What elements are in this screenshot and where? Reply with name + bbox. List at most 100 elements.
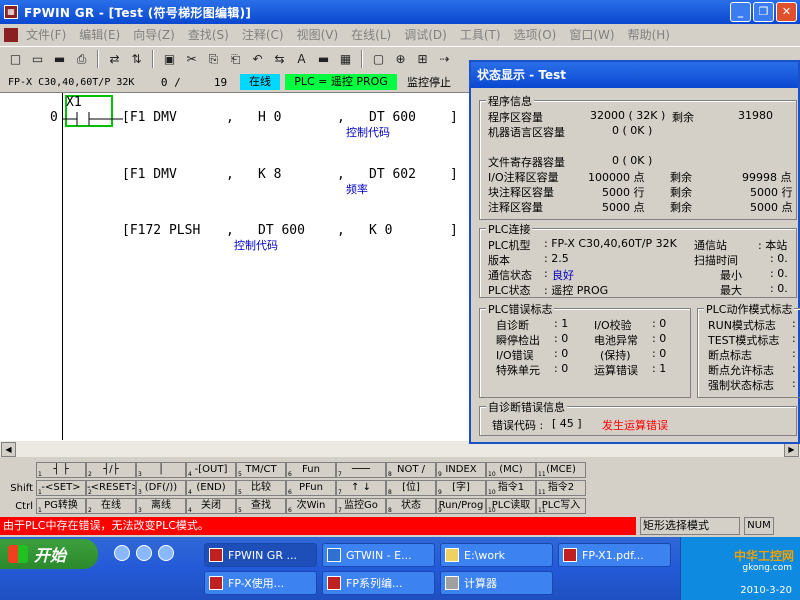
menu-help[interactable]: 帮助(H) xyxy=(628,26,670,43)
menu-debug[interactable]: 调试(D) xyxy=(404,26,447,43)
separator-row-3a: , xyxy=(226,223,234,238)
task-pdf-fp-series[interactable]: FP系列编... xyxy=(322,571,435,595)
shift-fkey-9[interactable]: 9 [字] xyxy=(436,480,486,496)
close-button[interactable]: ✕ xyxy=(776,2,797,22)
scroll-right-icon[interactable]: ▶ xyxy=(784,442,799,457)
operand2-row-2[interactable]: DT 602 xyxy=(369,167,416,182)
desktop-icon[interactable] xyxy=(136,545,152,561)
menu-tools[interactable]: 工具(T) xyxy=(460,26,501,43)
grid-icon[interactable]: ▦ xyxy=(336,50,355,69)
operand1-row-3[interactable]: DT 600 xyxy=(258,223,305,238)
task-gtwin[interactable]: GTWIN - E... xyxy=(322,543,435,567)
fkey-11[interactable]: 11 (MCE) xyxy=(536,462,586,478)
fkey-10[interactable]: 10 (MC) xyxy=(486,462,536,478)
select-icon[interactable]: ▣ xyxy=(160,50,179,69)
menu-search[interactable]: 查找(S) xyxy=(188,26,229,43)
line-icon[interactable]: ▬ xyxy=(314,50,333,69)
ctrl-label: Ctrl xyxy=(15,501,33,512)
operand1-row-2[interactable]: K 8 xyxy=(258,167,281,182)
machine-cap-label: 机器语言区容量 xyxy=(488,126,565,139)
menu-file[interactable]: 文件(F) xyxy=(26,26,66,43)
operand1-row-1[interactable]: H 0 xyxy=(258,110,281,125)
status-window-title[interactable]: 状态显示 - Test xyxy=(471,62,798,88)
ctrl-fkey-3[interactable]: 3 离线 xyxy=(136,498,186,514)
instruction-row-3[interactable]: [F172 PLSH xyxy=(122,223,200,238)
new-file-icon[interactable]: □ xyxy=(6,50,25,69)
task-folder[interactable]: E:\work xyxy=(440,543,553,567)
fkey-4[interactable]: 4 -[OUT] xyxy=(186,462,236,478)
ctrl-fkey-9[interactable]: 9 Run/Prog xyxy=(436,498,486,514)
instruction-row-2[interactable]: [F1 DMV xyxy=(122,167,177,182)
scroll-left-icon[interactable]: ◀ xyxy=(1,442,16,457)
ladder-editor[interactable]: X1 0 [F1 DMV , H 0 , DT 600 ] 控制代码 [F1 D… xyxy=(0,92,470,441)
shift-fkey-3[interactable]: 3 (DF(/)) xyxy=(136,480,186,496)
ctrl-fkey-6[interactable]: 6 次Win xyxy=(286,498,336,514)
instruction-row-1[interactable]: [F1 DMV xyxy=(122,110,177,125)
fkey-5[interactable]: 5 TM/CT xyxy=(236,462,286,478)
print-icon[interactable]: ⎙ xyxy=(72,50,91,69)
menu-options[interactable]: 选项(O) xyxy=(514,26,557,43)
contact-x1-symbol[interactable] xyxy=(63,111,123,127)
fkey-3[interactable]: 3 │ xyxy=(136,462,186,478)
fkey-7[interactable]: 7 ─── xyxy=(336,462,386,478)
ctrl-fkey-4[interactable]: 4 关闭 xyxy=(186,498,236,514)
ctrl-fkey-5[interactable]: 5 查找 xyxy=(236,498,286,514)
text-icon[interactable]: A xyxy=(292,50,311,69)
shift-fkey-6[interactable]: 6 PFun xyxy=(286,480,336,496)
minimize-button[interactable]: _ xyxy=(730,2,751,22)
ctrl-fkey-11[interactable]: 11 PLC写入 xyxy=(536,498,586,514)
ctrl-fkey-2[interactable]: 2 在线 xyxy=(86,498,136,514)
ctrl-fkey-7[interactable]: 7 监控Go xyxy=(336,498,386,514)
clock-date[interactable]: 2010-3-20 xyxy=(740,585,792,596)
fkey-6[interactable]: 6 Fun xyxy=(286,462,336,478)
menu-view[interactable]: 视图(V) xyxy=(297,26,339,43)
shift-fkey-2[interactable]: 2 -<RESET> xyxy=(86,480,136,496)
operand2-row-3[interactable]: K 0 xyxy=(369,223,392,238)
open-folder-icon[interactable]: ▭ xyxy=(28,50,47,69)
ctrl-fkey-1[interactable]: 1 PG转换 xyxy=(36,498,86,514)
shift-fkey-7[interactable]: 7 ↑ ↓ xyxy=(336,480,386,496)
menu-online[interactable]: 在线(L) xyxy=(351,26,391,43)
transfer-icon[interactable]: ⇅ xyxy=(127,50,146,69)
document-icon[interactable] xyxy=(4,27,18,42)
fkey-1[interactable]: 1 ┤ ├ xyxy=(36,462,86,478)
save-icon[interactable]: ▬ xyxy=(50,50,69,69)
shift-fkey-8[interactable]: 8 [位] xyxy=(386,480,436,496)
device-icon[interactable]: ⊞ xyxy=(413,50,432,69)
shift-fkey-11[interactable]: 11 指令2 xyxy=(536,480,586,496)
fkey-2[interactable]: 2 ┤/├ xyxy=(86,462,136,478)
restore-button[interactable]: ❐ xyxy=(753,2,774,22)
ctrl-fkey-8[interactable]: 8 状态 xyxy=(386,498,436,514)
shift-fkey-10[interactable]: 10 指令1 xyxy=(486,480,536,496)
arrow-icon[interactable]: ⇢ xyxy=(435,50,454,69)
fkey-8[interactable]: 8 NOT / xyxy=(386,462,436,478)
monitor-icon[interactable]: ▢ xyxy=(369,50,388,69)
swap-icon[interactable]: ⇆ xyxy=(270,50,289,69)
register-icon[interactable]: ⊕ xyxy=(391,50,410,69)
undo-icon[interactable]: ↶ xyxy=(248,50,267,69)
copy-icon[interactable]: ⎘ xyxy=(204,50,223,69)
paste-icon[interactable]: ⎗ xyxy=(226,50,245,69)
cut-icon[interactable]: ✂ xyxy=(182,50,201,69)
menu-comment[interactable]: 注释(C) xyxy=(242,26,284,43)
ctrl-fkey-10[interactable]: 10 PLC读取 xyxy=(486,498,536,514)
convert-icon[interactable]: ⇄ xyxy=(105,50,124,69)
task-fpwin[interactable]: FPWIN GR ... xyxy=(204,543,317,567)
media-icon[interactable] xyxy=(158,545,174,561)
fkey-9[interactable]: 9 INDEX xyxy=(436,462,486,478)
menu-wizard[interactable]: 向导(Z) xyxy=(133,26,175,43)
menu-edit[interactable]: 编辑(E) xyxy=(79,26,120,43)
menu-window[interactable]: 窗口(W) xyxy=(569,26,614,43)
shift-fkey-1[interactable]: 1 -<SET> xyxy=(36,480,86,496)
file-reg-label: 文件寄存器容量 xyxy=(488,156,565,169)
shift-fkey-4[interactable]: 4 (END) xyxy=(186,480,236,496)
task-pdf-fpx1[interactable]: FP-X1.pdf... xyxy=(558,543,671,567)
fpwin-app-icon[interactable]: ▦ xyxy=(4,5,18,19)
start-button[interactable]: 开始 xyxy=(0,539,98,569)
task-calculator[interactable]: 计算器 xyxy=(440,571,553,595)
shift-fkey-5[interactable]: 5 比较 xyxy=(236,480,286,496)
task-pdf-fpx-manual[interactable]: FP-X使用... xyxy=(204,571,317,595)
io-comment-value: 100000 点 xyxy=(588,171,645,184)
ie-icon[interactable] xyxy=(114,545,130,561)
operand2-row-1[interactable]: DT 600 xyxy=(369,110,416,125)
